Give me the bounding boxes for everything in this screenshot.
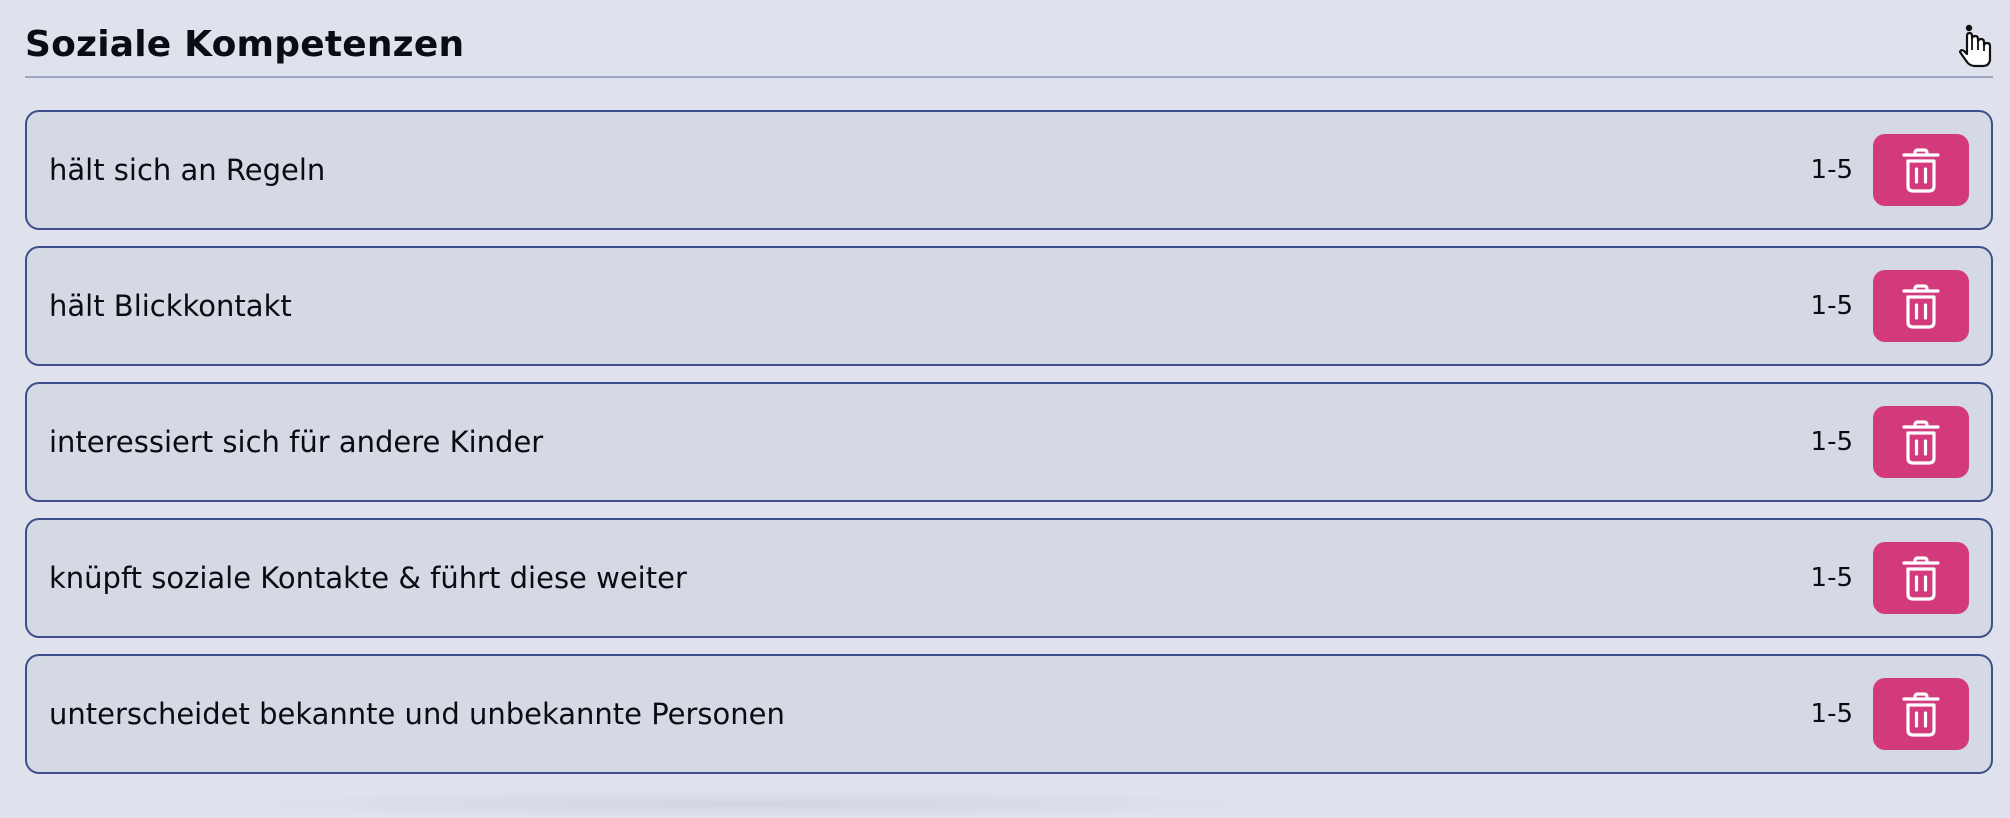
trash-icon [1902,420,1940,465]
competence-list: hält sich an Regeln 1-5 hält Blickkontak… [25,110,1993,790]
item-range: 1-5 [1810,291,1853,321]
hand-pointer-icon [1958,24,1992,68]
list-item: interessiert sich für andere Kinder 1-5 [25,382,1993,502]
list-item: unterscheidet bekannte und unbekannte Pe… [25,654,1993,774]
item-range: 1-5 [1810,155,1853,185]
trash-icon [1902,148,1940,193]
item-range: 1-5 [1810,427,1853,457]
bottom-shadow [200,790,1300,818]
item-label: hält Blickkontakt [49,289,292,323]
item-label: interessiert sich für andere Kinder [49,425,544,459]
list-item: knüpft soziale Kontakte & führt diese we… [25,518,1993,638]
item-label: hält sich an Regeln [49,153,326,187]
delete-button[interactable] [1873,406,1969,478]
list-item: hält sich an Regeln 1-5 [25,110,1993,230]
delete-button[interactable] [1873,270,1969,342]
trash-icon [1902,556,1940,601]
delete-button[interactable] [1873,542,1969,614]
section-header: Soziale Kompetenzen [25,0,1993,78]
list-item: hält Blickkontakt 1-5 [25,246,1993,366]
trash-icon [1902,284,1940,329]
item-range: 1-5 [1810,563,1853,593]
trash-icon [1902,692,1940,737]
delete-button[interactable] [1873,678,1969,750]
delete-button[interactable] [1873,134,1969,206]
item-label: unterscheidet bekannte und unbekannte Pe… [49,697,785,731]
item-range: 1-5 [1810,699,1853,729]
section-title: Soziale Kompetenzen [25,24,465,65]
item-label: knüpft soziale Kontakte & führt diese we… [49,561,687,595]
